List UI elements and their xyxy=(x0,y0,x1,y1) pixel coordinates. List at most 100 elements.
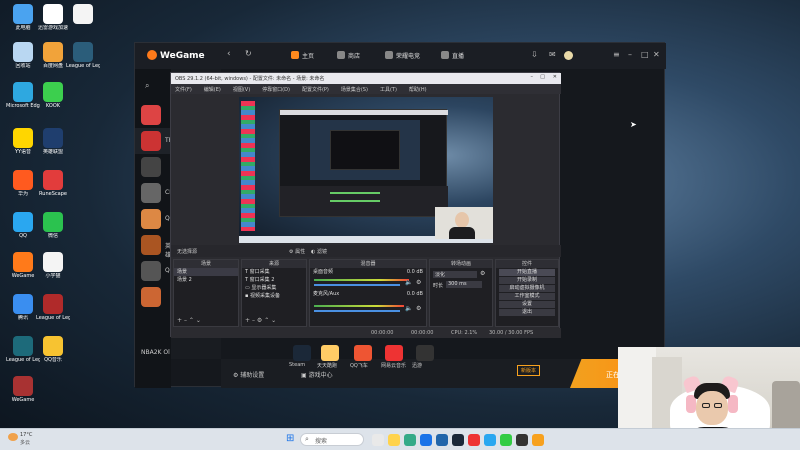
store-icon[interactable] xyxy=(436,434,448,446)
desktop-icon[interactable]: 腾讯 xyxy=(6,294,40,332)
quick-tile[interactable] xyxy=(321,345,339,361)
start-streaming-button[interactable]: 开始直播 xyxy=(499,269,555,276)
gear-icon[interactable]: ⚙ xyxy=(416,305,421,312)
desktop-icon[interactable]: 百度网盘 xyxy=(36,42,70,80)
desktop-icon[interactable]: 华为 xyxy=(6,170,40,208)
desktop-icon[interactable]: 微信 xyxy=(36,212,70,250)
desktop-icon[interactable]: WeGame xyxy=(6,376,40,414)
desktop-icon[interactable]: RuneScape xyxy=(36,170,70,208)
browser-icon[interactable] xyxy=(404,434,416,446)
obs-minimize-icon[interactable]: – xyxy=(531,74,534,80)
nav-home[interactable]: 主页 xyxy=(291,51,314,60)
wechat-icon[interactable] xyxy=(500,434,512,446)
obs-menu-item[interactable]: 场景集合(S) xyxy=(341,87,368,93)
obs-menu-item[interactable]: 帮助(H) xyxy=(409,87,427,93)
obs-menu-item[interactable]: 停靠窗口(D) xyxy=(262,87,290,93)
obs-menu-item[interactable]: 配置文件(P) xyxy=(302,87,329,93)
edge-icon[interactable] xyxy=(420,434,432,446)
remove-icon[interactable]: – xyxy=(184,317,187,324)
refresh-icon[interactable]: ↻ xyxy=(245,49,252,58)
gear-icon[interactable]: ⚙ xyxy=(480,270,485,277)
obs-menu-item[interactable]: 文件(F) xyxy=(175,87,192,93)
desktop-icon[interactable] xyxy=(66,4,100,42)
game-icon[interactable] xyxy=(141,131,161,151)
game-icon[interactable] xyxy=(141,287,161,307)
nav-live[interactable]: 直播 xyxy=(441,51,464,60)
minimize-icon[interactable]: – xyxy=(628,50,632,59)
game-icon[interactable] xyxy=(141,157,161,177)
search-icon[interactable]: ⌕ xyxy=(145,81,149,91)
desktop-icon[interactable]: YY语音 xyxy=(6,128,40,166)
game-icon[interactable] xyxy=(141,209,161,229)
studio-mode-button[interactable]: 工作室模式 xyxy=(499,293,555,300)
volume-slider[interactable] xyxy=(314,284,400,286)
obs-close-icon[interactable]: ✕ xyxy=(553,74,557,80)
game-icon[interactable] xyxy=(141,183,161,203)
remove-icon[interactable]: – xyxy=(252,317,255,324)
folder-icon[interactable] xyxy=(388,434,400,446)
weather-temp[interactable]: 17°C xyxy=(20,432,32,438)
desktop-icon[interactable]: 迅雷游戏加速 xyxy=(36,4,70,42)
speaker-icon[interactable]: 🔈 xyxy=(405,305,412,312)
add-icon[interactable]: + xyxy=(177,317,182,324)
desktop-icon[interactable]: KOOK xyxy=(36,82,70,120)
game-icon[interactable] xyxy=(141,261,161,281)
source-item[interactable]: ▭ 显示器采集 xyxy=(242,284,306,292)
add-icon[interactable]: + xyxy=(245,317,250,324)
duration-input[interactable]: 300 ms xyxy=(446,281,482,288)
desktop-icon[interactable]: 小学猫 xyxy=(36,252,70,290)
maximize-icon[interactable]: □ xyxy=(641,50,649,59)
obs-menu-item[interactable]: 工具(T) xyxy=(380,87,397,93)
scene-item[interactable]: 场景 xyxy=(174,268,238,276)
volume-slider[interactable] xyxy=(314,310,400,312)
obs-menu-item[interactable]: 编辑(E) xyxy=(204,87,221,93)
desktop-icon[interactable]: WeGame xyxy=(6,252,40,290)
quick-tile[interactable] xyxy=(293,345,311,361)
desktop-icon[interactable]: League of Legends xyxy=(36,294,70,332)
netease-icon[interactable] xyxy=(468,434,480,446)
source-item[interactable]: ▪ 视频采集设备 xyxy=(242,292,306,300)
obs-icon[interactable] xyxy=(516,434,528,446)
close-icon[interactable]: ✕ xyxy=(653,50,660,59)
nav-esports[interactable]: 荣耀电竞 xyxy=(385,51,420,60)
download-icon[interactable]: ⇩ xyxy=(531,50,538,59)
game-icon[interactable] xyxy=(141,105,161,125)
desktop-icon[interactable]: League of Legends xyxy=(6,336,40,374)
desktop-icon[interactable]: 回收站 xyxy=(6,42,40,80)
wegame-icon[interactable] xyxy=(532,434,544,446)
virtual-camera-button[interactable]: 启动虚拟摄像机 xyxy=(499,285,555,292)
up-icon[interactable]: ⌃ xyxy=(189,317,194,324)
quick-tile[interactable] xyxy=(385,345,403,361)
exit-button[interactable]: 退出 xyxy=(499,309,555,316)
weather-icon[interactable] xyxy=(8,433,18,441)
up-icon[interactable]: ⌃ xyxy=(264,317,269,324)
properties-button[interactable]: ⚙ 属性 xyxy=(289,248,305,255)
gear-icon[interactable]: ⚙ xyxy=(416,279,421,286)
obs-menu-item[interactable]: 视图(V) xyxy=(233,87,250,93)
desktop-icon[interactable]: 此电脑 xyxy=(6,4,40,42)
transition-select[interactable]: 淡化 xyxy=(433,271,477,278)
gear-icon[interactable]: ⚙ xyxy=(257,317,262,324)
obs-preview[interactable] xyxy=(239,97,493,243)
game-icon[interactable] xyxy=(141,235,161,255)
menu-icon[interactable]: ≡ xyxy=(613,50,620,59)
assist-settings-button[interactable]: ⚙ 辅助设置 xyxy=(233,370,264,379)
down-icon[interactable]: ⌄ xyxy=(271,317,276,324)
speaker-icon[interactable]: 🔈 xyxy=(405,279,412,286)
filters-button[interactable]: ◐ 滤镜 xyxy=(311,248,327,255)
nav-store[interactable]: 商店 xyxy=(337,51,360,60)
qq-icon[interactable] xyxy=(484,434,496,446)
avatar[interactable] xyxy=(564,51,573,60)
desktop-icon[interactable]: QQ音乐 xyxy=(36,336,70,374)
obs-maximize-icon[interactable]: □ xyxy=(540,74,545,80)
game-center-button[interactable]: ▣ 游戏中心 xyxy=(301,370,333,379)
game-nba[interactable]: NBA2K Ol xyxy=(141,349,170,356)
settings-button[interactable]: 设置 xyxy=(499,301,555,308)
desktop-icon[interactable]: Microsoft Edge xyxy=(6,82,40,120)
desktop-icon[interactable]: QQ xyxy=(6,212,40,250)
windows-start-icon[interactable]: ⊞ xyxy=(286,434,294,444)
scene-item[interactable]: 场景 2 xyxy=(174,276,238,284)
back-icon[interactable]: ‹ xyxy=(227,49,231,59)
start-recording-button[interactable]: 开始录制 xyxy=(499,277,555,284)
chat-icon[interactable]: ✉ xyxy=(549,50,556,59)
